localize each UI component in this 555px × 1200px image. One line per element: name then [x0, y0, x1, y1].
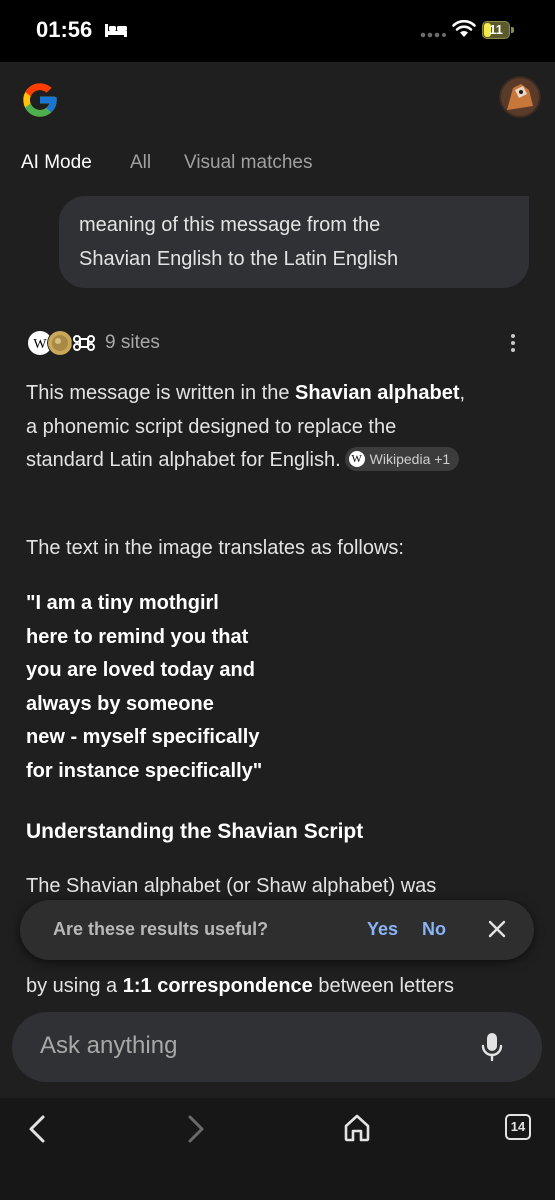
forward-arrow-icon[interactable]	[185, 1114, 207, 1144]
query-line-1: meaning of this message from the	[79, 214, 381, 236]
answer-paragraph-3: The Shavian alphabet (or Shaw alphabet) …	[26, 875, 437, 897]
quote-line: new - myself specifically	[26, 726, 260, 748]
sites-count: 9 sites	[105, 332, 160, 353]
wifi-icon	[452, 20, 476, 37]
translation-quote: "I am a tiny mothgirl here to remind you…	[26, 587, 262, 788]
svg-text:W: W	[33, 337, 47, 352]
wikipedia-icon: W	[348, 451, 365, 468]
tab-visual-matches[interactable]: Visual matches	[184, 152, 313, 174]
answer-paragraph-4: by using a 1:1 correspondence between le…	[26, 970, 454, 1004]
status-bar: 01:56 11	[0, 0, 555, 62]
browser-toolbar: 14	[0, 1098, 555, 1200]
user-query-bubble: meaning of this message from the Shavian…	[59, 196, 529, 288]
command-key-source-icon	[71, 330, 97, 356]
more-options-icon[interactable]	[506, 332, 520, 354]
quote-line: here to remind you that	[26, 625, 249, 648]
battery-level: 11	[489, 22, 503, 37]
quote-line: "I am a tiny mothgirl	[26, 592, 219, 614]
feedback-yes-button[interactable]: Yes	[367, 919, 398, 940]
query-line-2: Shavian English to the Latin English	[79, 248, 399, 270]
quote-line: always by someone	[26, 692, 214, 715]
tab-ai-mode[interactable]: AI Mode	[21, 152, 92, 174]
citation-label: Wikipedia +1	[369, 450, 451, 467]
answer-text: by using a	[26, 975, 123, 997]
answer-text: between letters	[312, 975, 455, 997]
feedback-toast: Are these results useful? Yes No	[20, 900, 534, 960]
answer-text: This message is written in the	[26, 382, 295, 404]
quote-line: you are loved today and	[26, 659, 255, 681]
feedback-question: Are these results useful?	[53, 919, 269, 939]
back-arrow-icon[interactable]	[26, 1114, 48, 1144]
battery-icon: 11	[482, 21, 515, 39]
ask-input[interactable]: Ask anything	[12, 1012, 542, 1082]
feedback-no-button[interactable]: No	[422, 919, 446, 940]
citation-chip[interactable]: W Wikipedia +1	[344, 446, 460, 471]
microphone-icon[interactable]	[480, 1031, 504, 1063]
tab-switcher-button[interactable]: 14	[505, 1114, 531, 1140]
profile-avatar-image	[499, 76, 541, 118]
sleep-focus-icon	[105, 24, 127, 37]
tab-all[interactable]: All	[130, 152, 151, 174]
status-time: 01:56	[36, 17, 93, 42]
avatar[interactable]	[499, 76, 541, 118]
answer-paragraph-1: This message is written in the Shavian a…	[26, 377, 476, 478]
home-icon[interactable]	[342, 1113, 372, 1143]
answer-paragraph-2: The text in the image translates as foll…	[26, 537, 404, 559]
close-icon[interactable]	[487, 919, 507, 939]
coin-source-icon	[47, 330, 73, 356]
section-heading: Understanding the Shavian Script	[26, 820, 364, 843]
quote-line: for instance specifically"	[26, 759, 263, 782]
cellular-signal-icon	[420, 32, 446, 38]
google-g-logo[interactable]	[20, 80, 60, 120]
answer-bold-term: 1:1 correspondence	[122, 975, 313, 997]
answer-bold-term: Shavian alphabet	[295, 382, 460, 404]
ask-placeholder: Ask anything	[40, 1032, 178, 1059]
